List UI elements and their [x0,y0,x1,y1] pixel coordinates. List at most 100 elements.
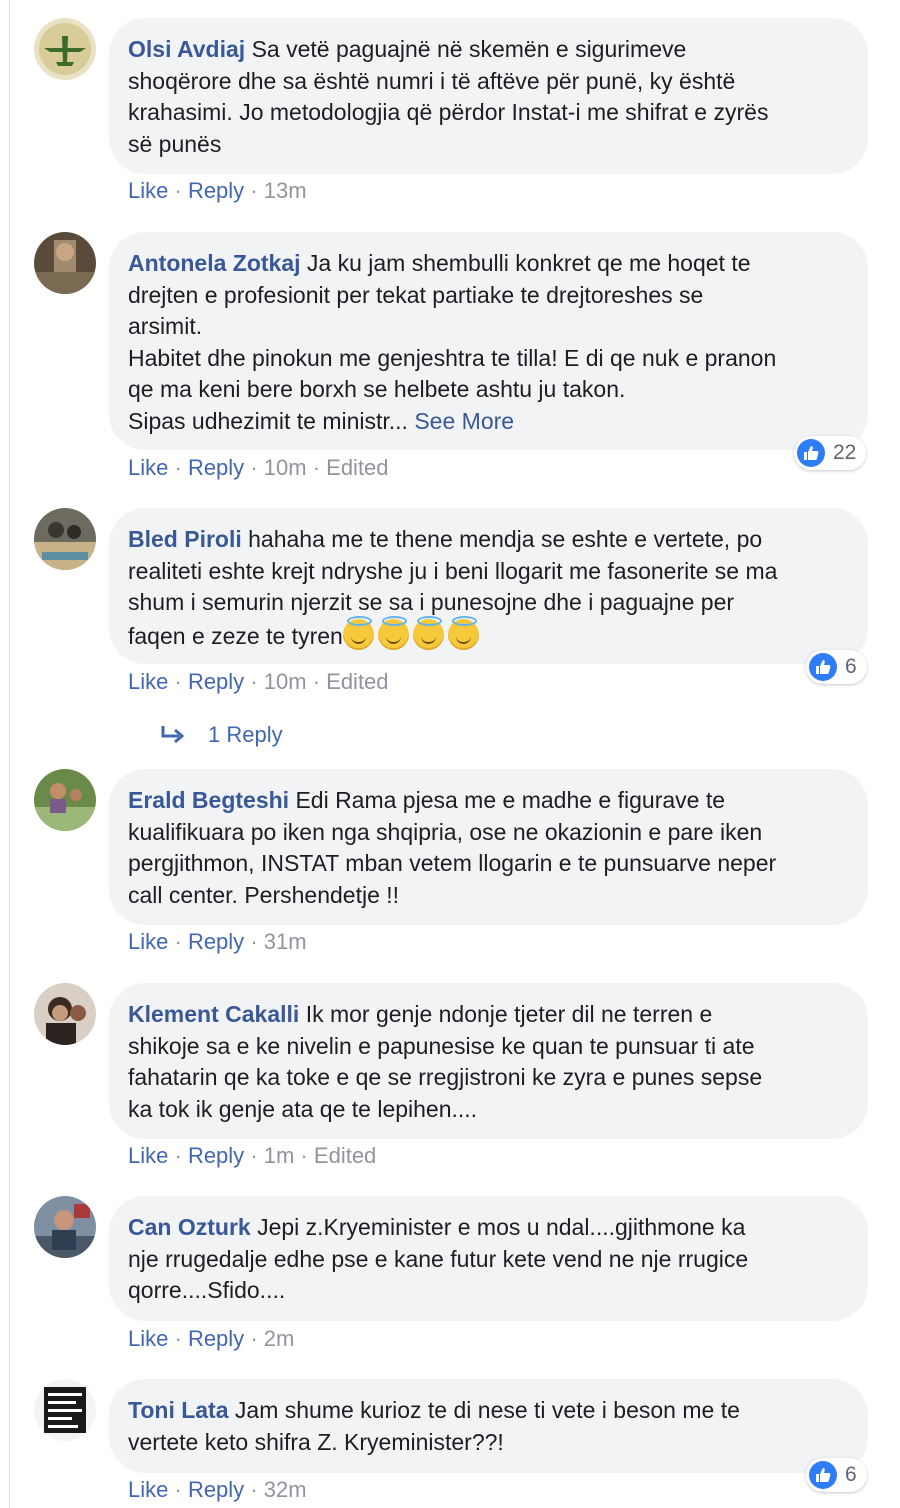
smiling-face-with-halo-emoji [447,615,479,650]
comment-author[interactable]: Erald Begteshi [128,787,289,813]
comment-timestamp[interactable]: 10m [264,455,307,480]
comment-text-line: pergjithmon, INSTAT mban vetem llogarin … [128,850,777,876]
comment-timestamp[interactable]: 2m [264,1326,295,1351]
comment-text-line: Jam shume kurioz te di nese ti vete i be… [234,1397,740,1423]
reply-button[interactable]: Reply [188,1477,244,1502]
comment-text-line: ka tok ik genje ata qe te lepihen.... [128,1095,478,1122]
separator-dot: · [250,178,258,203]
avatar[interactable] [34,1196,96,1258]
smiling-face-with-halo-emoji [377,615,409,650]
avatar[interactable] [34,18,96,80]
comment-timestamp[interactable]: 10m [264,669,307,694]
comment-text-line: kualifikuara po iken nga shqipria, ose n… [128,818,763,845]
comment-actions: Like · Reply · 10m · Edited [128,455,389,481]
like-button[interactable]: Like [128,1326,168,1351]
like-button[interactable]: Like [128,929,168,954]
comment-text-line: drejten e profesionit per tekat partiake… [128,281,704,308]
comment-text-line: qorre....Sfido.... [128,1277,286,1303]
reply-button[interactable]: Reply [188,455,244,480]
edited-label[interactable]: Edited [314,1143,376,1168]
comment-actions: Like · Reply · 32m [128,1477,307,1503]
comment-timestamp[interactable]: 31m [264,929,307,954]
like-button[interactable]: Like [128,1477,168,1502]
avatar[interactable] [34,232,96,294]
separator-dot: · [250,455,258,480]
comment-actions: Like · Reply · 2m [128,1326,294,1352]
comment-author[interactable]: Bled Piroli [128,526,242,552]
reaction-count-badge[interactable]: 6 [806,650,867,684]
reaction-count: 6 [845,1463,857,1486]
separator-dot: · [174,1326,182,1351]
comment-bubble: Can Ozturk Jepi z.Kryeminister e mos u n… [109,1196,868,1321]
replies-count-label[interactable]: 1 Reply [208,722,283,748]
comment-timestamp[interactable]: 32m [264,1477,307,1502]
comment-author[interactable]: Klement Cakalli [128,1001,299,1027]
separator-dot: · [250,1477,258,1502]
comment-text-line: Ik mor genje ndonje tjeter dil ne terren… [305,1001,713,1027]
separator-dot: · [174,669,182,694]
smiling-face-with-halo-emoji [412,615,444,650]
comment-actions: Like · Reply · 31m [128,929,307,955]
comment-bubble: Bled Piroli hahaha me te thene mendja se… [109,508,868,664]
comment-text-line: Edi Rama pjesa me e madhe e figurave te [295,787,726,813]
comment-text-line: Habitet dhe pinokun me genjeshtra te til… [128,344,777,371]
comment-text-line: qe ma keni bere borxh se helbete ashtu j… [128,376,626,402]
see-more-link[interactable]: See More [414,408,514,434]
comment-bubble: Olsi Avdiaj Sa vetë paguajnë në skemën e… [109,18,868,174]
comment-bubble: Antonela Zotkaj Ja ku jam shembulli konk… [109,232,868,450]
comment-actions: Like · Reply · 13m [128,178,307,204]
avatar[interactable] [34,769,96,831]
comment-timestamp[interactable]: 1m [264,1143,295,1168]
avatar[interactable] [34,1379,96,1441]
like-button[interactable]: Like [128,1143,168,1168]
like-button[interactable]: Like [128,178,168,203]
reply-button[interactable]: Reply [188,1326,244,1351]
comment-author[interactable]: Can Ozturk [128,1214,251,1240]
comment-author[interactable]: Olsi Avdiaj [128,36,245,62]
view-replies-button[interactable]: 1 Reply [160,722,283,748]
separator-dot: · [250,1326,258,1351]
comment-text-line: Sa vetë paguajnë në skemën e sigurimeve [251,36,687,62]
separator-dot: · [174,178,182,203]
comment-bubble: Erald Begteshi Edi Rama pjesa me e madhe… [109,769,868,925]
avatar[interactable] [34,983,96,1045]
reply-button[interactable]: Reply [188,178,244,203]
thread-left-border [9,0,10,1508]
comment-actions: Like · Reply · 1m · Edited [128,1143,376,1169]
separator-dot: · [174,1477,182,1502]
comment-author[interactable]: Antonela Zotkaj [128,250,301,276]
like-icon [809,653,837,681]
reaction-count: 6 [845,655,857,678]
reply-button[interactable]: Reply [188,1143,244,1168]
like-icon [797,439,825,467]
comment-author[interactable]: Toni Lata [128,1397,229,1423]
reaction-count-badge[interactable]: 6 [806,1458,867,1492]
separator-dot: · [250,669,258,694]
like-button[interactable]: Like [128,455,168,480]
reaction-count-badge[interactable]: 22 [794,436,867,470]
comment-text-line: faqen e zeze te tyren [128,622,343,649]
comment-text-line: call center. Pershendetje !! [128,881,400,908]
avatar[interactable] [34,508,96,570]
comment-bubble: Klement Cakalli Ik mor genje ndonje tjet… [109,983,868,1139]
comment-text-line: fahatarin qe ka toke e qe se rregjistron… [128,1064,763,1090]
separator-dot: · [312,669,321,694]
comment-text-line: Jepi z.Kryeminister e mos u ndal....gjit… [257,1214,746,1240]
reply-button[interactable]: Reply [188,929,244,954]
comment-timestamp[interactable]: 13m [264,178,307,203]
like-button[interactable]: Like [128,669,168,694]
separator-dot: · [250,929,258,954]
separator-dot: · [312,455,321,480]
edited-label[interactable]: Edited [326,455,388,480]
comment-bubble: Toni Lata Jam shume kurioz te di nese ti… [109,1379,868,1473]
separator-dot: · [300,1143,308,1168]
separator-dot: · [174,455,182,480]
reply-button[interactable]: Reply [188,669,244,694]
edited-label[interactable]: Edited [326,669,388,694]
comment-text-line: krahasimi. Jo metodologjia që përdor Ins… [128,99,769,125]
comment-text-line: shum i semurin njerzit se sa i punesojne… [128,589,735,615]
separator-dot: · [174,929,182,954]
reply-arrow-icon [161,726,185,744]
comment-actions: Like · Reply · 10m · Edited [128,669,389,695]
like-icon [809,1461,837,1489]
